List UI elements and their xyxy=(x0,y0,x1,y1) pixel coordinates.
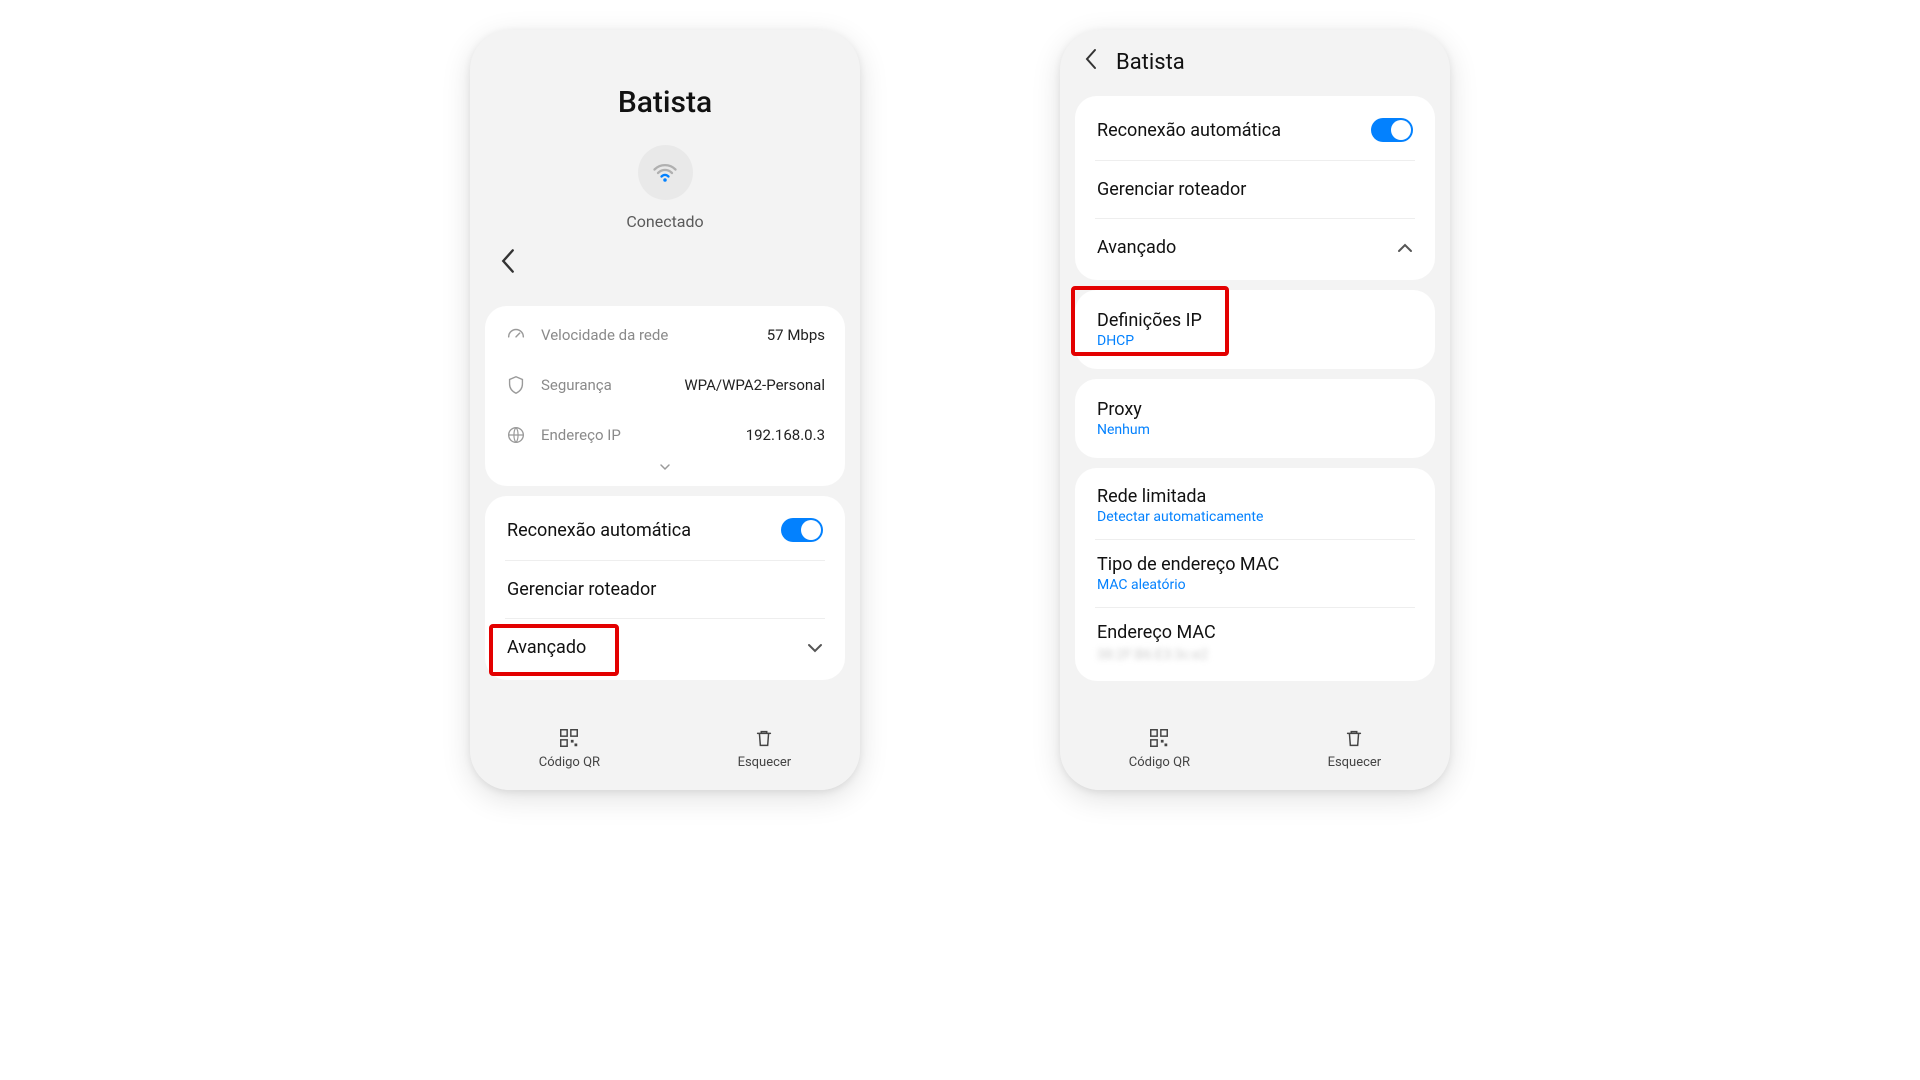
connection-status: Conectado xyxy=(490,212,840,231)
wifi-icon-circle xyxy=(638,145,693,200)
chevron-down-icon xyxy=(807,638,823,657)
globe-icon xyxy=(505,424,527,446)
wifi-icon xyxy=(651,159,679,187)
qr-code-icon xyxy=(1148,727,1170,749)
qr-code-label: Código QR xyxy=(539,755,600,770)
manage-router-label: Gerenciar roteador xyxy=(507,579,656,600)
metered-value: Detectar automaticamente xyxy=(1097,509,1263,525)
ip-row: Endereço IP 192.168.0.3 xyxy=(485,410,845,460)
auto-reconnect-row[interactable]: Reconexão automática xyxy=(1075,100,1435,160)
expand-info-button[interactable] xyxy=(485,460,845,482)
phone2-content: Reconexão automática Gerenciar roteador … xyxy=(1060,86,1450,711)
proxy-row[interactable]: Proxy Nenhum xyxy=(1075,383,1435,454)
trash-icon xyxy=(753,727,775,749)
security-value: WPA/WPA2-Personal xyxy=(684,376,825,394)
chevron-down-icon xyxy=(659,463,671,471)
mac-address-label: Endereço MAC xyxy=(1097,622,1216,643)
manage-router-row[interactable]: Gerenciar roteador xyxy=(1075,161,1435,218)
highlight-advanced xyxy=(489,624,619,676)
speed-value: 57 Mbps xyxy=(767,326,825,344)
shield-icon xyxy=(505,374,527,396)
phone-right: Batista Reconexão automática Gerenciar r… xyxy=(1060,30,1450,790)
security-label: Segurança xyxy=(541,376,684,394)
metered-row[interactable]: Rede limitada Detectar automaticamente xyxy=(1075,472,1435,539)
detail-header: Batista xyxy=(1060,30,1450,86)
chevron-up-icon xyxy=(1397,238,1413,257)
forget-label: Esquecer xyxy=(738,755,792,770)
security-row: Segurança WPA/WPA2-Personal xyxy=(485,360,845,410)
chevron-left-icon xyxy=(1084,48,1098,70)
manage-router-label: Gerenciar roteador xyxy=(1097,179,1246,200)
wifi-detail-header: Batista Conectado xyxy=(470,30,860,241)
qr-code-icon xyxy=(558,727,580,749)
manage-router-row[interactable]: Gerenciar roteador xyxy=(485,561,845,618)
speed-row: Velocidade da rede 57 Mbps xyxy=(485,310,845,360)
proxy-card: Proxy Nenhum xyxy=(1075,379,1435,458)
highlight-ip-settings xyxy=(1071,286,1229,356)
back-button[interactable] xyxy=(500,248,516,281)
network-title: Batista xyxy=(490,85,840,120)
network-info-card: Velocidade da rede 57 Mbps Segurança WPA… xyxy=(485,306,845,486)
ip-value: 192.168.0.3 xyxy=(746,426,825,444)
bottom-action-bar: Código QR Esquecer xyxy=(470,711,860,790)
mac-type-label: Tipo de endereço MAC xyxy=(1097,554,1279,575)
proxy-value: Nenhum xyxy=(1097,422,1150,438)
forget-button[interactable]: Esquecer xyxy=(1328,727,1382,770)
mac-address-row: Endereço MAC 38:2F:B6:E3:3c:e2 xyxy=(1075,608,1435,677)
forget-button[interactable]: Esquecer xyxy=(738,727,792,770)
network-title: Batista xyxy=(1116,50,1185,75)
auto-reconnect-row[interactable]: Reconexão automática xyxy=(485,500,845,560)
qr-code-button[interactable]: Código QR xyxy=(539,727,600,770)
auto-reconnect-label: Reconexão automática xyxy=(1097,120,1281,141)
phone-left: Batista Conectado Velocidade da rede 57 … xyxy=(470,30,860,790)
mac-type-row[interactable]: Tipo de endereço MAC MAC aleatório xyxy=(1075,540,1435,607)
auto-reconnect-toggle[interactable] xyxy=(781,518,823,542)
advanced-label: Avançado xyxy=(1097,237,1176,258)
ip-label: Endereço IP xyxy=(541,426,746,444)
auto-reconnect-toggle[interactable] xyxy=(1371,118,1413,142)
back-button[interactable] xyxy=(1084,48,1098,76)
qr-code-button[interactable]: Código QR xyxy=(1129,727,1190,770)
settings-card: Reconexão automática Gerenciar roteador … xyxy=(485,496,845,680)
qr-code-label: Código QR xyxy=(1129,755,1190,770)
trash-icon xyxy=(1343,727,1365,749)
metered-label: Rede limitada xyxy=(1097,486,1206,507)
auto-reconnect-label: Reconexão automática xyxy=(507,520,691,541)
mac-address-value: 38:2F:B6:E3:3c:e2 xyxy=(1097,647,1208,663)
forget-label: Esquecer xyxy=(1328,755,1382,770)
mac-type-value: MAC aleatório xyxy=(1097,577,1186,593)
proxy-label: Proxy xyxy=(1097,399,1142,420)
bottom-action-bar: Código QR Esquecer xyxy=(1060,711,1450,790)
advanced-details-card: Rede limitada Detectar automaticamente T… xyxy=(1075,468,1435,681)
phone1-content: Velocidade da rede 57 Mbps Segurança WPA… xyxy=(470,241,860,711)
chevron-left-icon xyxy=(500,248,516,274)
speed-label: Velocidade da rede xyxy=(541,326,767,344)
settings-group-1: Reconexão automática Gerenciar roteador … xyxy=(1075,96,1435,280)
advanced-row[interactable]: Avançado xyxy=(1075,219,1435,276)
ip-settings-card: Definições IP DHCP xyxy=(1075,290,1435,369)
speedometer-icon xyxy=(505,324,527,346)
